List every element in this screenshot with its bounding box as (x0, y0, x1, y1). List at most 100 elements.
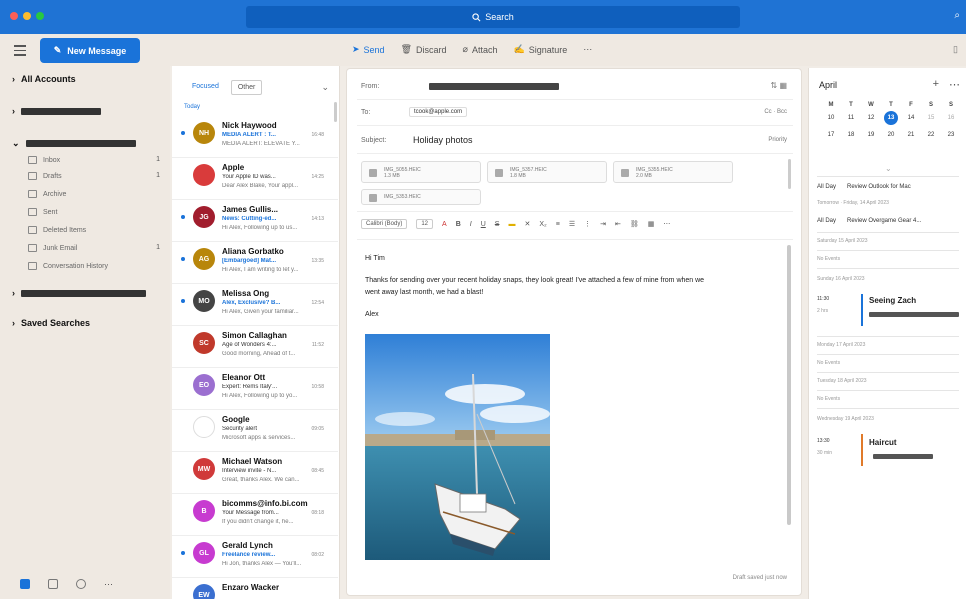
compose-scrollbar[interactable] (787, 245, 791, 525)
account-1[interactable]: › (12, 106, 101, 116)
sidebar-item-drafts[interactable]: Drafts (28, 172, 62, 180)
align-icon[interactable]: ≡ (556, 221, 560, 228)
body-text-line-1[interactable]: Thanks for sending over your recent holi… (365, 275, 785, 287)
highlight-icon[interactable]: ▬ (508, 221, 515, 228)
font-select[interactable]: Calibri (Body) (361, 219, 408, 229)
link-icon[interactable]: ⛓ (630, 220, 639, 228)
bold-icon[interactable]: B (456, 221, 461, 228)
message-list-item[interactable]: Apple Your Apple ID was... 14:25 Dear Alex … (172, 158, 338, 200)
help-icon[interactable]: ⌕ (954, 10, 960, 21)
sidebar-item-archive[interactable]: Archive (28, 190, 66, 198)
calendar-day[interactable]: 18 (841, 132, 861, 138)
bcc-button[interactable]: Cc · Bcc (764, 109, 787, 115)
tab-focused[interactable]: Focused (186, 80, 225, 95)
redacted-from-address[interactable] (429, 83, 559, 90)
message-list-item[interactable]: MO Melissa Ong Alex, Exclusive? B... 12:54 H… (172, 284, 338, 326)
from-options-icon[interactable]: ⇅ ▦ (771, 81, 787, 90)
body-text-line-2[interactable]: went away last month, we had a blast! (365, 287, 785, 299)
sidebar-item-junk[interactable]: Junk Email (28, 244, 77, 252)
calendar-day-today[interactable]: 13 (884, 111, 898, 125)
all-accounts[interactable]: › All Accounts (12, 74, 76, 84)
signoff-text[interactable]: Alex (365, 309, 379, 321)
discard-button[interactable]: 🗑 Discard (401, 44, 447, 55)
add-event-icon[interactable]: + (933, 78, 939, 91)
minimize-window-button[interactable] (23, 12, 31, 20)
message-list-item[interactable]: EW Enzaro Wacker (172, 578, 338, 599)
outdent-icon[interactable]: ⇤ (615, 220, 621, 228)
calendar-day[interactable]: 23 (941, 132, 961, 138)
message-list-item[interactable]: AG Aliana Gorbatko [Embargoed] Mat... 13:35… (172, 242, 338, 284)
message-list-item[interactable]: MW Michael Watson Interview invite - N... 0… (172, 452, 338, 494)
message-list-item[interactable]: SC Simon Callaghan Age of Wonders 4:... 11:… (172, 326, 338, 368)
more-icon[interactable]: ⋯ (949, 78, 960, 91)
sidebar-item-conversation-history[interactable]: Conversation History (28, 262, 108, 270)
calendar-day[interactable]: 21 (901, 132, 921, 138)
more-icon[interactable]: ⋯ (104, 579, 114, 589)
to-recipient-chip[interactable]: tcook@apple.com (409, 107, 468, 117)
event-all-day-2[interactable]: All Day Review Overgame Gear 4... (817, 218, 966, 224)
calendar-day[interactable]: 16 (941, 115, 961, 125)
attachment-chip[interactable]: IMG_5355.HEIC 2.0 MB (613, 161, 733, 183)
saved-searches[interactable]: › Saved Searches (12, 318, 90, 328)
message-list-item[interactable]: GL Gerald Lynch Freelance review... 08:02 Hi… (172, 536, 338, 578)
search-field[interactable]: Search (246, 6, 740, 28)
calendar-day[interactable]: 20 (881, 132, 901, 138)
account-2[interactable]: ⌄ (12, 138, 136, 149)
signature-button[interactable]: ✍ Signature (513, 44, 567, 55)
tab-other[interactable]: Other (230, 80, 263, 95)
table-icon[interactable]: ▦ (648, 220, 655, 228)
collapse-calendar-icon[interactable]: ⌄ (885, 164, 892, 173)
new-message-button[interactable]: ✎ New Message (40, 38, 140, 63)
calendar-day[interactable]: 22 (921, 132, 941, 138)
more-format-icon[interactable]: ⋯ (663, 220, 670, 228)
sidebar-item-inbox[interactable]: Inbox (28, 156, 60, 164)
calendar-day[interactable]: 10 (821, 115, 841, 125)
indent-icon[interactable]: ⇥ (600, 220, 606, 228)
zoom-window-button[interactable] (36, 12, 44, 20)
priority-button[interactable]: Priority (768, 137, 787, 143)
font-size-select[interactable]: 12 (416, 219, 434, 229)
account-3[interactable]: › (12, 288, 146, 298)
greeting-text[interactable]: Hi Tim (365, 253, 385, 265)
underline-icon[interactable]: U (481, 221, 486, 228)
numbering-icon[interactable]: ⋮ (584, 220, 591, 228)
attach-button[interactable]: ⌀ Attach (463, 44, 498, 55)
italic-icon[interactable]: I (470, 221, 472, 228)
calendar-day[interactable]: 15 (921, 115, 941, 125)
event-all-day-1[interactable]: All Day Review Outlook for Mac (817, 184, 966, 190)
boat-photo[interactable] (365, 334, 550, 560)
message-list-item[interactable]: NH Nick Haywood MEDIA ALERT : T... 16:48 MED… (172, 116, 338, 158)
event-title[interactable]: Seeing Zach (869, 296, 916, 305)
calendar-day[interactable]: 17 (821, 132, 841, 138)
filter-icon[interactable]: ⌄ (321, 82, 329, 93)
calendar-day[interactable]: 19 (861, 132, 881, 138)
strikethrough-icon[interactable]: S (495, 221, 500, 228)
calendar-day[interactable]: 14 (901, 115, 921, 125)
calendar-month[interactable]: April (819, 80, 837, 90)
subject-input[interactable]: Holiday photos (413, 135, 473, 145)
clear-format-icon[interactable]: ✕ (524, 220, 530, 228)
panel-toggle-icon[interactable]: ▯ (953, 44, 958, 55)
sidebar-item-deleted[interactable]: Deleted Items (28, 226, 86, 234)
message-list-item[interactable]: Bbicomms@info.bi.com Your Message from...… (172, 494, 338, 536)
subscript-icon[interactable]: X₂ (539, 221, 546, 228)
attachment-chip[interactable]: IMG_5353.HEIC (361, 189, 481, 205)
event-title[interactable]: Haircut (869, 438, 897, 447)
attachments-scrollbar[interactable] (788, 159, 791, 189)
message-list-item[interactable]: JG James Gullis... News: Cutting-ed... 14:1… (172, 200, 338, 242)
attachment-chip[interactable]: IMG_5357.HEIC 1.8 MB (487, 161, 607, 183)
bullets-icon[interactable]: ☰ (569, 220, 575, 228)
font-color-icon[interactable]: A (442, 221, 447, 228)
message-list-item[interactable]: Google Security alert 09:05 Microsoft apps … (172, 410, 338, 452)
send-button[interactable]: ➤ Send (352, 44, 385, 55)
people-icon[interactable] (76, 579, 86, 589)
mail-icon[interactable] (20, 579, 30, 589)
message-list-item[interactable]: EO Eleanor Ott Expert: Rems Italy'... 10:58… (172, 368, 338, 410)
calendar-day[interactable]: 11 (841, 115, 861, 125)
sidebar-toggle-icon[interactable] (14, 45, 26, 56)
attachment-chip[interactable]: IMG_5055.HEIC 1.3 MB (361, 161, 481, 183)
more-actions-button[interactable]: ⋯ (583, 44, 592, 55)
close-window-button[interactable] (10, 12, 18, 20)
calendar-icon[interactable] (48, 579, 58, 589)
calendar-day[interactable]: 12 (861, 115, 881, 125)
